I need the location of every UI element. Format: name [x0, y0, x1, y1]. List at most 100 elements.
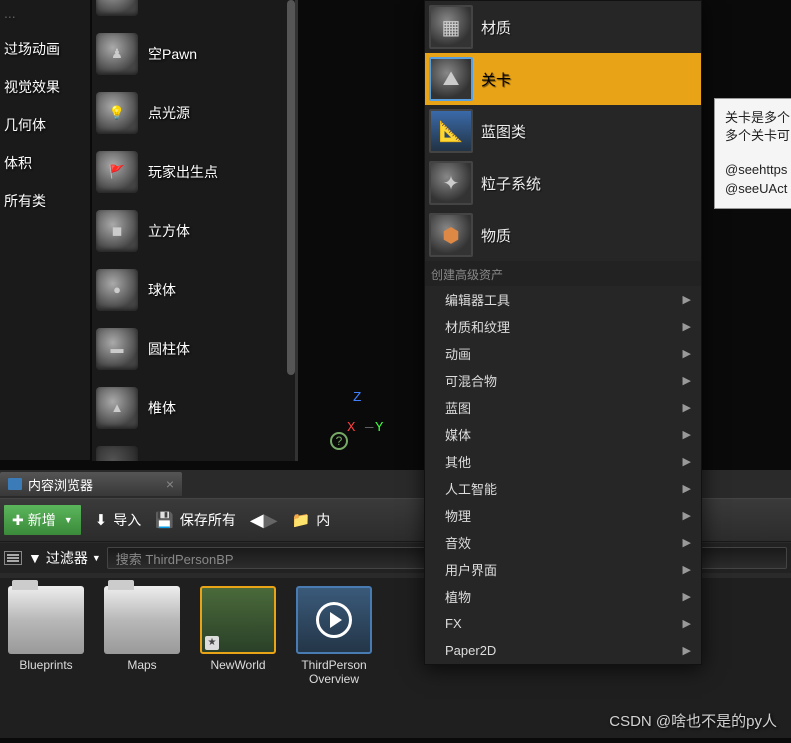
light-icon: 💡 — [96, 92, 138, 134]
filter-button[interactable]: ▼ 过滤器 ▼ — [28, 548, 101, 568]
content-label: 内 — [316, 510, 330, 530]
category-all-classes[interactable]: 所有类 — [0, 182, 90, 220]
search-placeholder: 搜索 ThirdPersonBP — [116, 549, 234, 568]
actor-sphere[interactable]: ● 球体 — [92, 260, 295, 319]
plane-icon: ▭ — [96, 446, 138, 462]
ctx-audio[interactable]: 音效 ▶ — [425, 529, 701, 556]
chevron-right-icon: ▶ — [683, 644, 691, 657]
filter-label: 过滤器 — [46, 548, 88, 568]
tooltip-line: @seehttps — [725, 161, 791, 179]
window-icon — [8, 478, 22, 490]
folder-icon: 📁 — [292, 511, 311, 529]
axis-x: X — [347, 420, 355, 436]
asset-name: Blueprints — [19, 658, 72, 672]
tooltip-line: @seeUAct — [725, 180, 791, 198]
asset-folder-blueprints[interactable]: Blueprints — [6, 586, 86, 672]
asset-folder-maps[interactable]: Maps — [102, 586, 182, 672]
chevron-right-icon: ▶ — [683, 536, 691, 549]
chevron-right-icon: ▶ — [683, 590, 691, 603]
pawn-icon: ♟ — [96, 33, 138, 75]
sub-label: 其他 — [445, 452, 471, 471]
ctx-ai[interactable]: 人工智能 ▶ — [425, 475, 701, 502]
category-cinematics[interactable]: 过场动画 — [0, 30, 90, 68]
sphere-icon: ● — [96, 269, 138, 311]
chevron-right-icon: ▶ — [683, 374, 691, 387]
import-label: 导入 — [113, 510, 141, 530]
level-thumb — [200, 586, 276, 654]
cylinder-icon: ▬ — [96, 328, 138, 370]
chevron-right-icon: ▶ — [683, 401, 691, 414]
cube-icon: ◼ — [96, 210, 138, 252]
back-button[interactable]: ◀ — [250, 510, 264, 531]
chevron-right-icon: ▶ — [683, 617, 691, 630]
actor-point-light[interactable]: 💡 点光源 — [92, 83, 295, 142]
content-path[interactable]: 📁 内 — [292, 510, 331, 530]
sub-label: FX — [445, 616, 462, 631]
ctx-blendables[interactable]: 可混合物▶ — [425, 367, 701, 394]
actor-empty-pawn[interactable]: ♟ 空Pawn — [92, 24, 295, 83]
asset-name: ThirdPerson Overview — [301, 658, 366, 687]
actor-label: 平面 — [148, 457, 176, 462]
add-button[interactable]: ✚ 新增 ▼ — [4, 505, 81, 535]
particle-icon: ✦ — [429, 161, 473, 205]
sources-icon[interactable] — [4, 551, 22, 565]
material-icon: ▦ — [429, 5, 473, 49]
ctx-blueprint[interactable]: 📐 蓝图类 — [425, 105, 701, 157]
ctx-physics[interactable]: 物理▶ — [425, 502, 701, 529]
chevron-right-icon: ▶ — [683, 428, 691, 441]
watermark: CSDN @啥也不是的py人 — [609, 710, 777, 731]
chevron-right-icon: ▶ — [683, 563, 691, 576]
actor-cube[interactable]: ◼ 立方体 — [92, 201, 295, 260]
level-icon: ⛰ — [429, 57, 473, 101]
ctx-level[interactable]: ⛰ 关卡 — [425, 53, 701, 105]
ctx-other[interactable]: 其他▶ — [425, 448, 701, 475]
asset-video-thirdperson[interactable]: ThirdPerson Overview — [294, 586, 374, 687]
ctx-particle[interactable]: ✦ 粒子系统 — [425, 157, 701, 209]
category-volumes[interactable]: 体积 — [0, 144, 90, 182]
cone-icon: ▲ — [96, 387, 138, 429]
tab-content-browser[interactable]: 内容浏览器 × — [0, 472, 182, 496]
ctx-substance[interactable]: ⬢ 物质 — [425, 209, 701, 261]
ctx-label: 关卡 — [481, 69, 511, 90]
ctx-animation[interactable]: 动画▶ — [425, 340, 701, 367]
actor-player-start[interactable]: 🚩 玩家出生点 — [92, 142, 295, 201]
help-icon[interactable]: ? — [330, 432, 348, 450]
ctx-media[interactable]: 媒体▶ — [425, 421, 701, 448]
close-icon[interactable]: × — [166, 476, 174, 492]
ctx-ui[interactable]: 用户界面▶ — [425, 556, 701, 583]
save-all-button[interactable]: 💾 保存所有 — [155, 510, 236, 530]
forward-button[interactable]: ▶ — [264, 510, 278, 531]
tooltip: 关卡是多个 多个关卡可 @seehttps @seeUAct — [714, 98, 791, 209]
ctx-label: 材质 — [481, 17, 511, 38]
ctx-label: 物质 — [481, 225, 511, 246]
actor-item[interactable] — [92, 0, 295, 24]
sub-label: 音效 — [445, 533, 471, 552]
actor-cylinder[interactable]: ▬ 圆柱体 — [92, 319, 295, 378]
sub-label: 人工智能 — [445, 479, 497, 498]
ctx-foliage[interactable]: 植物▶ — [425, 583, 701, 610]
actor-plane[interactable]: ▭ 平面 — [92, 437, 295, 461]
ctx-paper2d[interactable]: Paper2D▶ — [425, 637, 701, 664]
asset-level-newworld[interactable]: NewWorld — [198, 586, 278, 672]
category-geometry[interactable]: 几何体 — [0, 106, 90, 144]
import-button[interactable]: ⬇ 导入 — [95, 510, 142, 530]
category-item[interactable]: ... — [0, 0, 90, 30]
actor-cone[interactable]: ▲ 椎体 — [92, 378, 295, 437]
chevron-right-icon: ▶ — [683, 293, 691, 306]
ctx-material[interactable]: ▦ 材质 — [425, 1, 701, 53]
tooltip-line: 关卡是多个 — [725, 109, 791, 127]
context-menu: ▦ 材质 ⛰ 关卡 📐 蓝图类 ✦ 粒子系统 ⬢ 物质 创建高级资产 编辑器工具… — [424, 0, 702, 665]
plus-icon: ✚ — [12, 512, 24, 529]
chevron-right-icon: ▶ — [683, 320, 691, 333]
video-thumb — [296, 586, 372, 654]
actor-label: 圆柱体 — [148, 339, 190, 359]
folder-icon — [104, 586, 180, 654]
ctx-fx[interactable]: FX ▶ — [425, 610, 701, 637]
ctx-materials-textures[interactable]: 材质和纹理▶ — [425, 313, 701, 340]
ctx-blueprint-adv[interactable]: 蓝图▶ — [425, 394, 701, 421]
scrollbar[interactable] — [287, 0, 295, 375]
chevron-right-icon: ▶ — [683, 509, 691, 522]
chevron-right-icon: ▶ — [683, 482, 691, 495]
category-visual-effects[interactable]: 视觉效果 — [0, 68, 90, 106]
ctx-editor-tools[interactable]: 编辑器工具▶ — [425, 286, 701, 313]
